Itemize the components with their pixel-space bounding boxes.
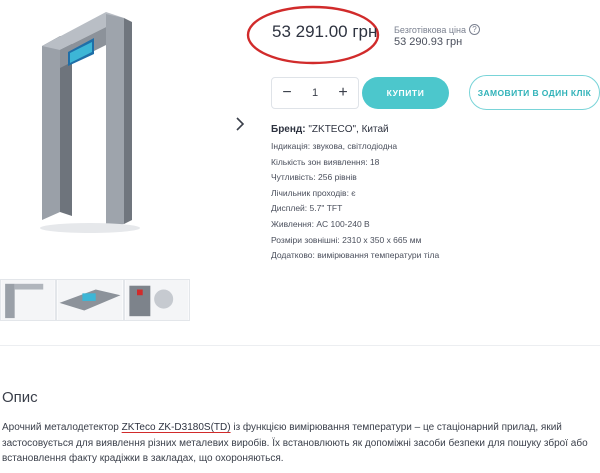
buy-button[interactable]: КУПИТИ	[362, 77, 449, 109]
product-gallery	[0, 0, 250, 330]
spec-line: Живлення: AC 100-240 В	[271, 218, 370, 229]
spec-line: Чутливість: 256 рівнів	[271, 172, 357, 183]
quantity-stepper: − 1 +	[271, 77, 359, 109]
quantity-input[interactable]: 1	[312, 87, 318, 99]
spec-brand-value: "ZKTECO", Китай	[308, 124, 389, 135]
product-specs: Бренд: "ZKTECO", Китай Індикація: звуков…	[271, 124, 591, 264]
cashless-price-label: Безготівкова ціна ?	[394, 24, 480, 35]
thumbnail[interactable]	[0, 279, 56, 321]
spec-brand: Бренд: "ZKTECO", Китай	[271, 124, 591, 135]
thumbnail[interactable]	[124, 279, 190, 321]
spec-line: Лічильник проходів: є	[271, 187, 356, 198]
one-click-order-button[interactable]: ЗАМОВИТИ В ОДИН КЛІК	[469, 75, 600, 110]
product-price: 53 291.00 грн	[272, 22, 378, 41]
spec-line: Індикація: звукова, світлодіодна	[271, 141, 398, 151]
increment-button[interactable]: +	[334, 84, 352, 102]
description-text-start: Арочний металодетектор	[2, 422, 122, 433]
description-text: Арочний металодетектор ZKTeco ZK-D3180S(…	[2, 420, 594, 467]
spec-line: Кількість зон виявлення: 18	[271, 156, 380, 167]
section-divider	[0, 345, 600, 346]
decrement-button[interactable]: −	[278, 84, 296, 102]
product-main-image[interactable]	[20, 6, 210, 238]
spec-line: Дисплей: 5.7" TFT	[271, 203, 343, 214]
thumbnail[interactable]	[56, 279, 124, 321]
chevron-right-icon[interactable]	[228, 112, 252, 136]
thumbnail-strip	[0, 279, 190, 321]
product-model-name: ZKTeco ZK-D3180S(TD)	[121, 422, 231, 433]
cashless-price-label-text: Безготівкова ціна	[394, 24, 466, 35]
spec-brand-label: Бренд:	[271, 124, 306, 135]
spec-line: Розміри зовнішні: 2310 x 350 x 665 мм	[271, 234, 422, 245]
cashless-price: 53 290.93 грн	[394, 36, 463, 48]
spec-line: Додатково: вимірювання температури тіла	[271, 250, 440, 261]
help-icon[interactable]: ?	[469, 24, 480, 35]
description-title: Опис	[2, 389, 38, 406]
